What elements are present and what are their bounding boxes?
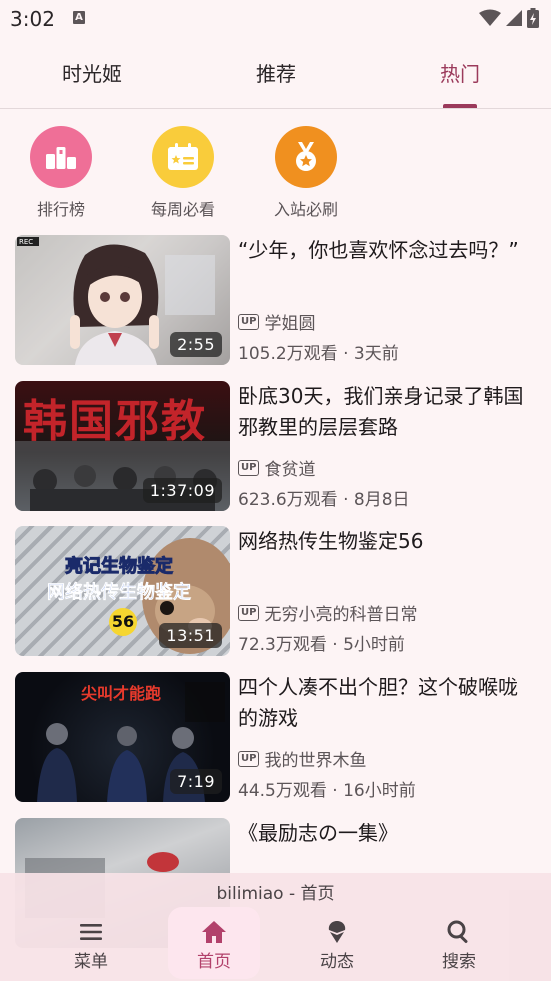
uploader-name: 学姐圆	[264, 314, 316, 334]
dynamic-icon	[328, 921, 346, 943]
uploader-name: 食贫道	[264, 460, 316, 480]
video-title: 卧底30天，我们亲身记录了韩国邪教里的层层套路	[238, 384, 524, 439]
up-badge: UP	[238, 459, 260, 476]
status-bar: 3:02 A	[0, 0, 551, 38]
thumbnail-text: 尖叫才能跑	[81, 684, 162, 703]
wifi-icon	[479, 9, 501, 26]
video-duration: 7:19	[170, 769, 222, 794]
accessibility-notification-icon: A	[73, 11, 85, 24]
status-icons	[479, 8, 539, 28]
up-badge: UP	[238, 750, 260, 767]
shortcut-must-watch[interactable]: 入站必刷	[256, 126, 356, 220]
svg-text:REC: REC	[19, 238, 33, 246]
video-uploader[interactable]: UP 无穷小亮的科普日常	[238, 600, 417, 625]
nav-label: 首页	[197, 952, 231, 972]
shortcut-ranking[interactable]: 排行榜	[11, 126, 111, 220]
video-uploader[interactable]: UP 学姐圆	[238, 309, 315, 334]
nav-label: 搜索	[442, 952, 476, 972]
video-meta: 72.3万观看 · 5小时前	[238, 635, 405, 655]
ranking-icon	[30, 126, 92, 188]
video-uploader[interactable]: UP 我的世界木鱼	[238, 746, 366, 771]
home-icon	[202, 921, 226, 943]
video-card[interactable]: 尖叫才能跑 7:19 四个人凑不出个胆？这个破喉咙的游戏 UP 我的世界木鱼 4…	[15, 672, 537, 802]
video-meta: 44.5万观看 · 16小时前	[238, 781, 416, 801]
shortcut-weekly[interactable]: 每周必看	[133, 126, 233, 220]
video-duration: 1:37:09	[142, 478, 222, 503]
active-tab-indicator	[443, 104, 477, 108]
nav-label: 菜单	[74, 952, 108, 972]
video-thumbnail: REC 2:55	[15, 235, 230, 365]
thumbnail-text: 网络热传生物鉴定	[47, 582, 192, 604]
video-card[interactable]: 亮记生物鉴定 网络热传生物鉴定 56 13:51 网络热传生物鉴定56 UP 无…	[15, 526, 537, 656]
video-card[interactable]: REC 2:55 “少年，你也喜欢怀念过去吗？” UP 学姐圆 105.2万观看…	[15, 235, 537, 365]
video-title: 网络热传生物鉴定56	[238, 529, 424, 553]
video-meta: 105.2万观看 · 3天前	[238, 344, 399, 364]
thumbnail-badge: 56	[109, 608, 137, 636]
thumbnail-text: 亮记生物鉴定	[65, 556, 174, 578]
nav-label: 动态	[320, 952, 354, 972]
tab-popular[interactable]: 热门	[410, 58, 510, 87]
nav-caption: bilimiao - 首页	[216, 884, 335, 904]
video-duration: 2:55	[170, 332, 222, 357]
video-title: 四个人凑不出个胆？这个破喉咙的游戏	[238, 675, 518, 730]
thumbnail-text: 韩国邪教	[23, 396, 207, 447]
tab-shiguangji[interactable]: 时光姬	[42, 58, 142, 87]
video-title: 《最励志の一集》	[238, 821, 398, 845]
uploader-name: 无穷小亮的科普日常	[264, 605, 418, 625]
up-badge: UP	[238, 313, 260, 330]
video-thumbnail: 亮记生物鉴定 网络热传生物鉴定 56 13:51	[15, 526, 230, 656]
nav-dynamic[interactable]: 动态	[291, 907, 383, 979]
cell-signal-icon	[506, 10, 522, 26]
video-duration: 13:51	[159, 623, 222, 648]
status-time: 3:02	[10, 7, 55, 31]
menu-icon	[80, 924, 102, 940]
tab-recommend[interactable]: 推荐	[226, 58, 326, 87]
nav-search[interactable]: 搜索	[413, 907, 505, 979]
search-icon	[447, 920, 468, 943]
video-thumbnail: 尖叫才能跑 7:19	[15, 672, 230, 802]
up-badge: UP	[238, 604, 260, 621]
medal-icon	[275, 126, 337, 188]
video-thumbnail: 韩国邪教 1:37:09	[15, 381, 230, 511]
nav-menu[interactable]: 菜单	[45, 907, 137, 979]
uploader-name: 我的世界木鱼	[264, 751, 367, 771]
calendar-star-icon	[152, 126, 214, 188]
battery-icon	[527, 8, 539, 28]
video-meta: 623.6万观看 · 8月8日	[238, 490, 410, 510]
top-tabs: 时光姬 推荐 热门	[0, 40, 551, 109]
video-card[interactable]: 韩国邪教 1:37:09 卧底30天，我们亲身记录了韩国邪教里的层层套路 UP …	[15, 381, 537, 511]
nav-home[interactable]: 首页	[168, 907, 260, 979]
bottom-navigation: bilimiao - 首页 菜单 首页 动态 搜索	[0, 873, 551, 981]
shortcut-label: 每周必看	[150, 200, 215, 219]
video-uploader[interactable]: UP 食贫道	[238, 455, 315, 480]
shortcut-label: 排行榜	[36, 200, 85, 219]
shortcut-label: 入站必刷	[273, 200, 338, 219]
video-title: “少年，你也喜欢怀念过去吗？”	[238, 238, 519, 262]
